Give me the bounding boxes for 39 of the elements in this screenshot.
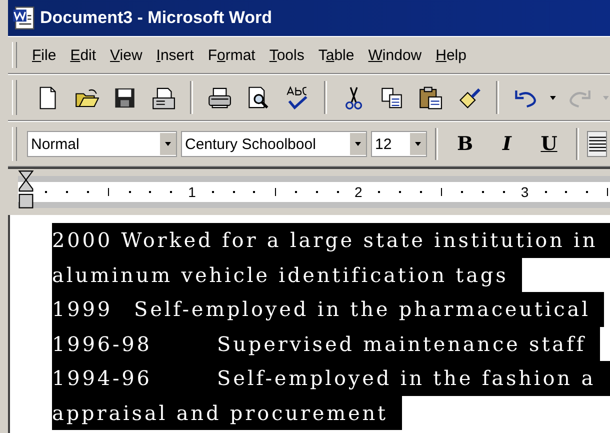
date-text: 1996-98 <box>52 326 217 361</box>
menu-item[interactable]: View <box>103 46 150 64</box>
dropdown-arrow-icon <box>164 140 172 148</box>
date-text: 1999 <box>52 292 134 326</box>
bold-button[interactable]: B <box>446 133 484 155</box>
selected-text: 2000 Worked for a large state institution in <box>52 223 610 258</box>
menu-item[interactable]: File <box>25 46 64 64</box>
italic-button[interactable]: I <box>488 133 526 155</box>
selected-text: Supervised maintenance staff <box>217 326 600 361</box>
style-dropdown[interactable]: Normal <box>27 131 177 157</box>
selected-text: Self-employed in the fashion a <box>217 361 610 396</box>
dropdown-arrow-icon <box>414 140 422 148</box>
date-text: 1994-96 <box>52 361 217 396</box>
font-dropdown[interactable]: Century Schoolbool <box>181 131 367 157</box>
underline-button[interactable]: U <box>530 133 568 155</box>
ruler-number: 3 <box>520 184 530 200</box>
toolbar-grip[interactable] <box>12 80 17 115</box>
selected-text: Self-employed in the pharmaceutical <box>134 292 604 326</box>
menu-item[interactable]: Table <box>311 46 362 64</box>
font-size-dropdown[interactable]: 12 <box>371 131 427 157</box>
menu-item[interactable]: Help <box>428 46 474 64</box>
spelling-check-icon[interactable] <box>284 84 310 110</box>
menu-item[interactable]: Edit <box>63 46 104 64</box>
window-title: Document3 - Microsoft Word <box>40 8 272 28</box>
menu-item[interactable]: Format <box>200 46 262 64</box>
clipboard-icon[interactable] <box>418 84 444 110</box>
ruler-number: 1 <box>187 184 197 200</box>
toolbar-grip[interactable] <box>12 42 17 68</box>
menu-item[interactable]: Tools <box>262 46 312 64</box>
menu-item[interactable]: Insert <box>149 46 201 64</box>
selected-text: aluminum vehicle identification tags <box>52 258 522 292</box>
ruler-number: 2 <box>353 184 364 200</box>
dropdown-arrow-icon <box>354 140 362 148</box>
indent-marker-icon[interactable] <box>18 170 34 210</box>
document-w-icon <box>12 6 36 30</box>
toolbar-grip[interactable] <box>12 127 17 161</box>
menu-item[interactable]: Window <box>361 46 429 64</box>
align-left-icon[interactable] <box>587 131 607 157</box>
selected-text: appraisal and procurement <box>52 396 402 430</box>
